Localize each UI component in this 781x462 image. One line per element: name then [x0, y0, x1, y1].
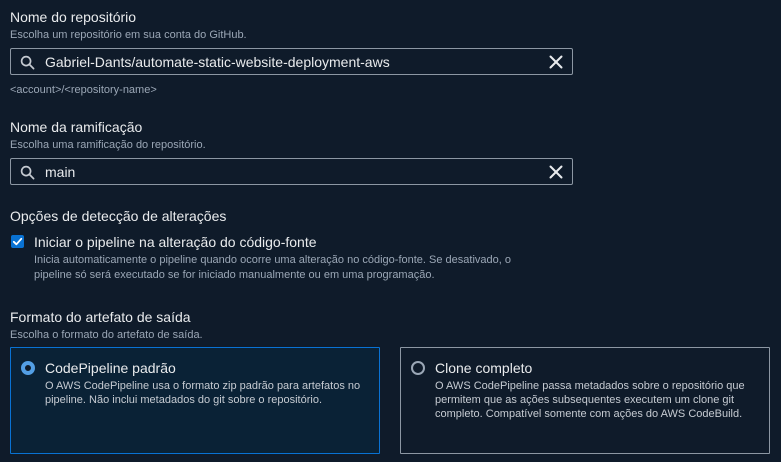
radio-codepipeline-default[interactable]: [21, 361, 35, 375]
search-icon: [20, 165, 35, 180]
branch-input[interactable]: main: [45, 164, 75, 180]
repository-label: Nome do repositório: [10, 9, 137, 25]
start-pipeline-description-line2: pipeline só será executado se for inicia…: [34, 269, 435, 281]
start-pipeline-checkbox[interactable]: [11, 235, 24, 248]
option-codepipeline-default[interactable]: CodePipeline padrão O AWS CodePipeline u…: [10, 347, 380, 454]
repository-search-field[interactable]: Gabriel-Dants/automate-static-website-de…: [10, 48, 573, 75]
option-title: CodePipeline padrão: [45, 360, 176, 376]
start-pipeline-description-line1: Inicia automaticamente o pipeline quando…: [34, 254, 511, 266]
source-settings-form: Nome do repositório Escolha um repositór…: [0, 0, 781, 462]
close-icon[interactable]: [548, 164, 564, 180]
option-full-clone[interactable]: Clone completo O AWS CodePipeline passa …: [400, 347, 770, 454]
change-detection-label: Opções de detecção de alterações: [10, 208, 227, 224]
option-description: O AWS CodePipeline usa o formato zip pad…: [45, 380, 361, 406]
option-description: O AWS CodePipeline passa metadados sobre…: [435, 380, 745, 420]
checkmark-icon: [12, 237, 23, 246]
repository-description: Escolha um repositório em sua conta do G…: [10, 29, 247, 41]
branch-label: Nome da ramificação: [10, 119, 143, 135]
search-icon: [20, 55, 35, 70]
branch-description: Escolha uma ramificação do repositório.: [10, 139, 206, 151]
option-title: Clone completo: [435, 360, 533, 376]
radio-full-clone[interactable]: [411, 361, 425, 375]
branch-search-field[interactable]: main: [10, 158, 573, 185]
close-icon[interactable]: [548, 54, 564, 70]
repository-input[interactable]: Gabriel-Dants/automate-static-website-de…: [45, 54, 390, 70]
repository-hint: <account>/<repository-name>: [10, 84, 157, 96]
start-pipeline-checkbox-label[interactable]: Iniciar o pipeline na alteração do códig…: [34, 234, 317, 250]
output-format-label: Formato do artefato de saída: [10, 309, 191, 325]
output-format-description: Escolha o formato do artefato de saída.: [10, 329, 203, 341]
